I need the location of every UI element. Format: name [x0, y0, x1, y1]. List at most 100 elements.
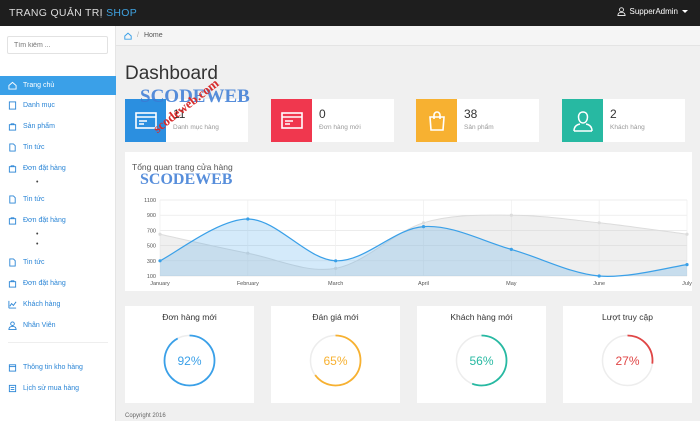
- nav-label: Đơn đặt hàng: [23, 217, 66, 224]
- stat-value: 11: [173, 107, 186, 121]
- data-point: [685, 263, 689, 267]
- stat-label: Sản phẩm: [464, 124, 494, 131]
- data-point: [334, 259, 338, 263]
- bullet: •: [36, 240, 39, 248]
- stat-value: 2: [610, 107, 617, 121]
- sidebar-item-orders-2[interactable]: Đơn đặt hàng: [0, 211, 116, 230]
- user-icon: [617, 7, 626, 16]
- x-tick-label: May: [506, 281, 517, 287]
- breadcrumb-home[interactable]: Home: [144, 32, 163, 39]
- sidebar-item-news-3[interactable]: Tin tức: [0, 253, 116, 272]
- data-point: [685, 232, 689, 236]
- sidebar-item-staff[interactable]: Nhân Viên: [0, 316, 116, 335]
- data-point: [158, 259, 162, 263]
- gauge-card: Đán giá mới 65%: [271, 306, 400, 403]
- nav-label: Lịch sử mua hàng: [23, 385, 80, 392]
- breadcrumb-separator: /: [137, 32, 139, 39]
- sidebar-subitem[interactable]: •: [0, 230, 116, 238]
- file-icon: [9, 258, 16, 267]
- stat-icon-box: [271, 99, 312, 142]
- brand-logo[interactable]: TRANG QUẢN TRỊ SHOP: [9, 7, 137, 19]
- gauge-percent: 65%: [323, 354, 348, 368]
- data-point: [509, 213, 513, 217]
- list-icon: [8, 384, 17, 393]
- user-menu[interactable]: SupperAdmin: [617, 7, 688, 16]
- stat-value: 38: [464, 107, 478, 121]
- sidebar-item-product[interactable]: Sản phẩm: [0, 117, 116, 136]
- gauge-title: Đơn hàng mới: [162, 312, 217, 322]
- sidebar-item-news-2[interactable]: Tin tức: [0, 190, 116, 209]
- sidebar-item-warehouse[interactable]: Thông tin kho hàng: [0, 358, 116, 377]
- chevron-down-icon: [682, 10, 688, 13]
- data-point: [597, 274, 601, 278]
- nav-label: Nhân Viên: [23, 322, 56, 329]
- user-name: SupperAdmin: [629, 7, 678, 16]
- gauge-percent: 92%: [177, 354, 202, 368]
- stat-card-categories[interactable]: 11 Danh mục hàng: [125, 99, 248, 142]
- y-tick-label: 1100: [144, 198, 156, 204]
- sidebar-item-customers[interactable]: Khách hàng: [0, 295, 116, 314]
- sidebar-item-news-1[interactable]: Tin tức: [0, 138, 116, 157]
- data-point: [421, 221, 426, 225]
- stat-label: Danh mục hàng: [173, 124, 219, 131]
- x-tick-label: June: [593, 281, 605, 287]
- cart-icon: [8, 280, 17, 288]
- gauge-title: Khách hàng mới: [450, 312, 513, 322]
- nav-label: Tin tức: [23, 144, 45, 151]
- stat-label: Khách hàng: [610, 124, 645, 131]
- home-icon[interactable]: [124, 32, 132, 40]
- x-tick-label: February: [237, 281, 259, 287]
- sidebar-item-orders-1[interactable]: Đơn đặt hàng: [0, 159, 116, 178]
- sidebar-subitem[interactable]: •: [0, 240, 116, 248]
- y-tick-label: 900: [147, 213, 156, 219]
- y-tick-label: 700: [147, 228, 156, 234]
- overview-line-chart: 100 300 500 700 900 1100 January February March A…: [144, 198, 692, 287]
- user-icon: [8, 321, 17, 330]
- user-icon: [572, 110, 593, 132]
- stat-card-customers[interactable]: 2 Khách hàng: [562, 99, 685, 142]
- stat-label: Đơn hàng mới: [319, 124, 361, 131]
- main-content: Dashboard 11 Danh mục hàng 0 Đơn hàng mớ…: [116, 46, 700, 421]
- x-tick-label: July: [682, 281, 692, 287]
- data-point: [509, 247, 513, 251]
- file-icon: [9, 143, 16, 152]
- nav-label: Danh mục: [23, 102, 55, 109]
- x-tick-label: January: [150, 281, 170, 287]
- nav-label: Đơn đặt hàng: [23, 280, 66, 287]
- nav-label: Đơn đặt hàng: [23, 165, 66, 172]
- file-icon: [9, 195, 16, 204]
- x-tick-label: March: [328, 281, 343, 287]
- card-icon: [280, 112, 303, 129]
- gauge-percent: 27%: [615, 354, 640, 368]
- data-point: [158, 232, 162, 236]
- stat-icon-box: [416, 99, 457, 142]
- divider: [8, 342, 108, 343]
- sidebar-item-category[interactable]: Danh mục: [0, 96, 116, 115]
- search-input[interactable]: [7, 36, 108, 54]
- sidebar: Trang chủ Danh mục Sản phẩm Tin tức Đơn …: [0, 26, 116, 421]
- nav-label: Trang chủ: [23, 82, 55, 89]
- cart-icon: [8, 217, 17, 225]
- book-icon: [8, 101, 17, 110]
- gauge-title: Đán giá mới: [312, 312, 359, 322]
- data-point: [597, 221, 601, 225]
- stat-card-products[interactable]: 38 Sản phẩm: [416, 99, 539, 142]
- bag-icon: [8, 123, 17, 131]
- sidebar-item-home[interactable]: Trang chủ: [0, 76, 116, 95]
- y-tick-label: 500: [147, 244, 156, 250]
- stat-card-new-orders[interactable]: 0 Đơn hàng mới: [271, 99, 394, 142]
- nav-label: Thông tin kho hàng: [23, 364, 83, 371]
- nav-label: Khách hàng: [23, 301, 61, 308]
- sidebar-subitem[interactable]: •: [0, 178, 116, 186]
- overview-chart-panel: Tổng quan trang cửa hàng 100 300 500 700 900…: [125, 152, 692, 291]
- data-point: [421, 225, 426, 229]
- sidebar-item-history[interactable]: Lịch sử mua hàng: [0, 379, 116, 398]
- home-icon: [8, 81, 17, 90]
- sidebar-item-orders-3[interactable]: Đơn đặt hàng: [0, 274, 116, 293]
- stat-icon-box: [125, 99, 166, 142]
- chart-icon: [8, 300, 17, 309]
- data-point: [246, 217, 250, 221]
- stat-icon-box: [562, 99, 603, 142]
- nav-label: Tin tức: [23, 196, 45, 203]
- card-icon: [134, 112, 157, 129]
